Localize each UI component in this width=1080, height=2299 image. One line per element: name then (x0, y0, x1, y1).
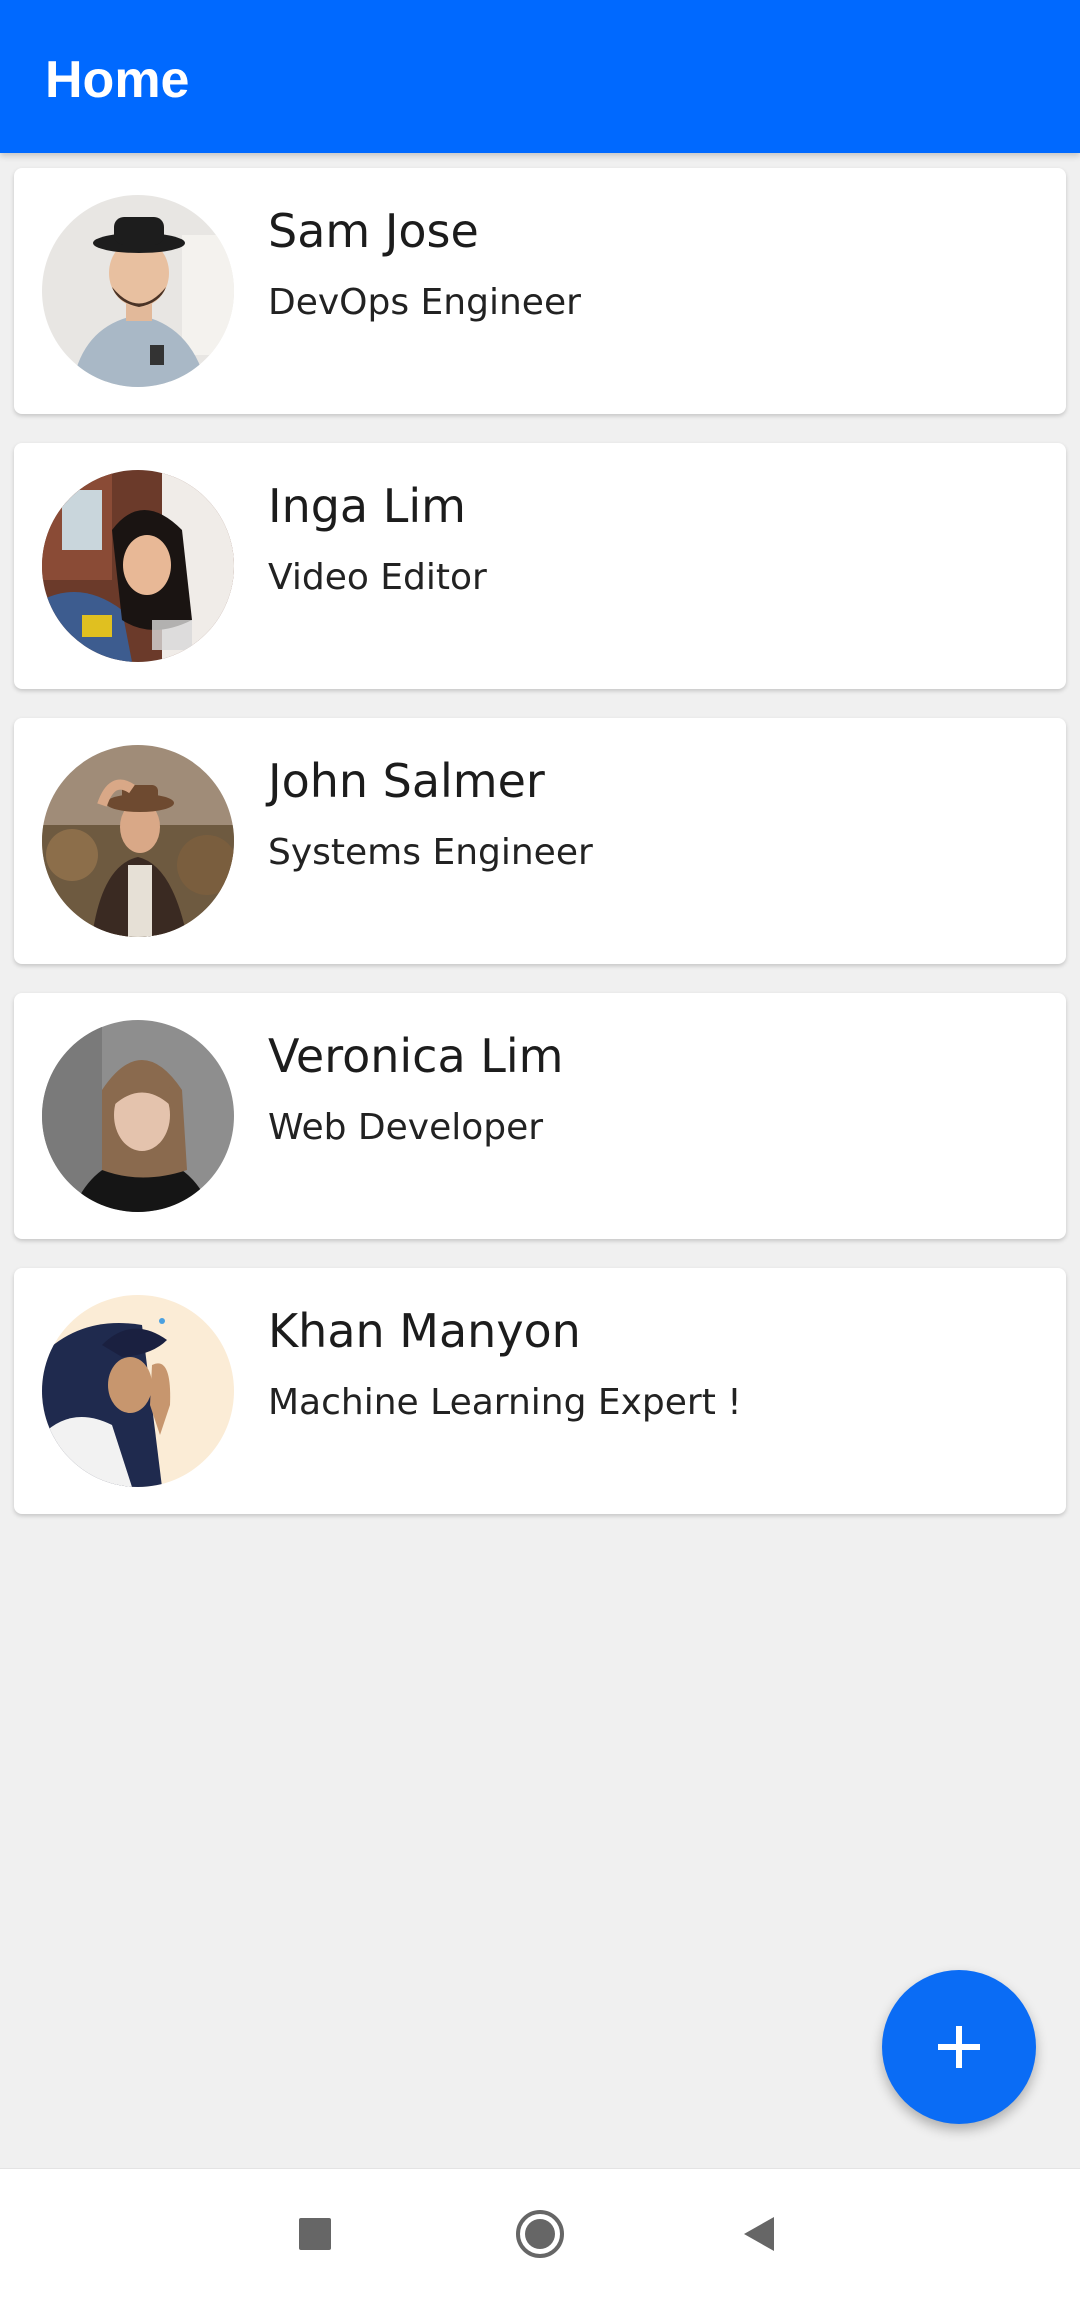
contact-name: Khan Manyon (268, 1304, 581, 1358)
contact-list: Sam Jose DevOps Engineer Inga Lim Video … (14, 168, 1066, 1543)
contact-card[interactable]: John Salmer Systems Engineer (14, 718, 1066, 964)
home-button[interactable] (480, 2169, 600, 2299)
contact-role: Web Developer (268, 1107, 544, 1148)
recents-square-icon (299, 2218, 331, 2250)
contact-role: Systems Engineer (268, 832, 593, 873)
avatar-photo (42, 470, 234, 662)
avatar-photo (42, 195, 234, 387)
contact-name: Sam Jose (268, 204, 479, 258)
avatar (42, 1295, 234, 1487)
contact-name: Inga Lim (268, 479, 466, 533)
contact-card[interactable]: Sam Jose DevOps Engineer (14, 168, 1066, 414)
contact-role: Video Editor (268, 557, 487, 598)
plus-icon (938, 2026, 980, 2068)
avatar-photo (42, 1295, 234, 1487)
contact-role: DevOps Engineer (268, 282, 581, 323)
avatar (42, 1020, 234, 1212)
back-button[interactable] (700, 2169, 820, 2299)
avatar (42, 470, 234, 662)
home-circle-icon (516, 2210, 564, 2258)
avatar-photo (42, 1020, 234, 1212)
contact-card[interactable]: Khan Manyon Machine Learning Expert ! (14, 1268, 1066, 1514)
avatar (42, 195, 234, 387)
recents-button[interactable] (255, 2169, 375, 2299)
contact-name: John Salmer (268, 754, 545, 808)
back-triangle-icon (744, 2217, 774, 2251)
app-bar: Home (0, 0, 1080, 153)
add-contact-button[interactable] (882, 1970, 1036, 2124)
system-navigation-bar (0, 2168, 1080, 2299)
page-title: Home (45, 51, 190, 109)
contact-name: Veronica Lim (268, 1029, 564, 1083)
avatar (42, 745, 234, 937)
contact-card[interactable]: Inga Lim Video Editor (14, 443, 1066, 689)
contact-card[interactable]: Veronica Lim Web Developer (14, 993, 1066, 1239)
avatar-photo (42, 745, 234, 937)
contact-role: Machine Learning Expert ! (268, 1382, 742, 1423)
